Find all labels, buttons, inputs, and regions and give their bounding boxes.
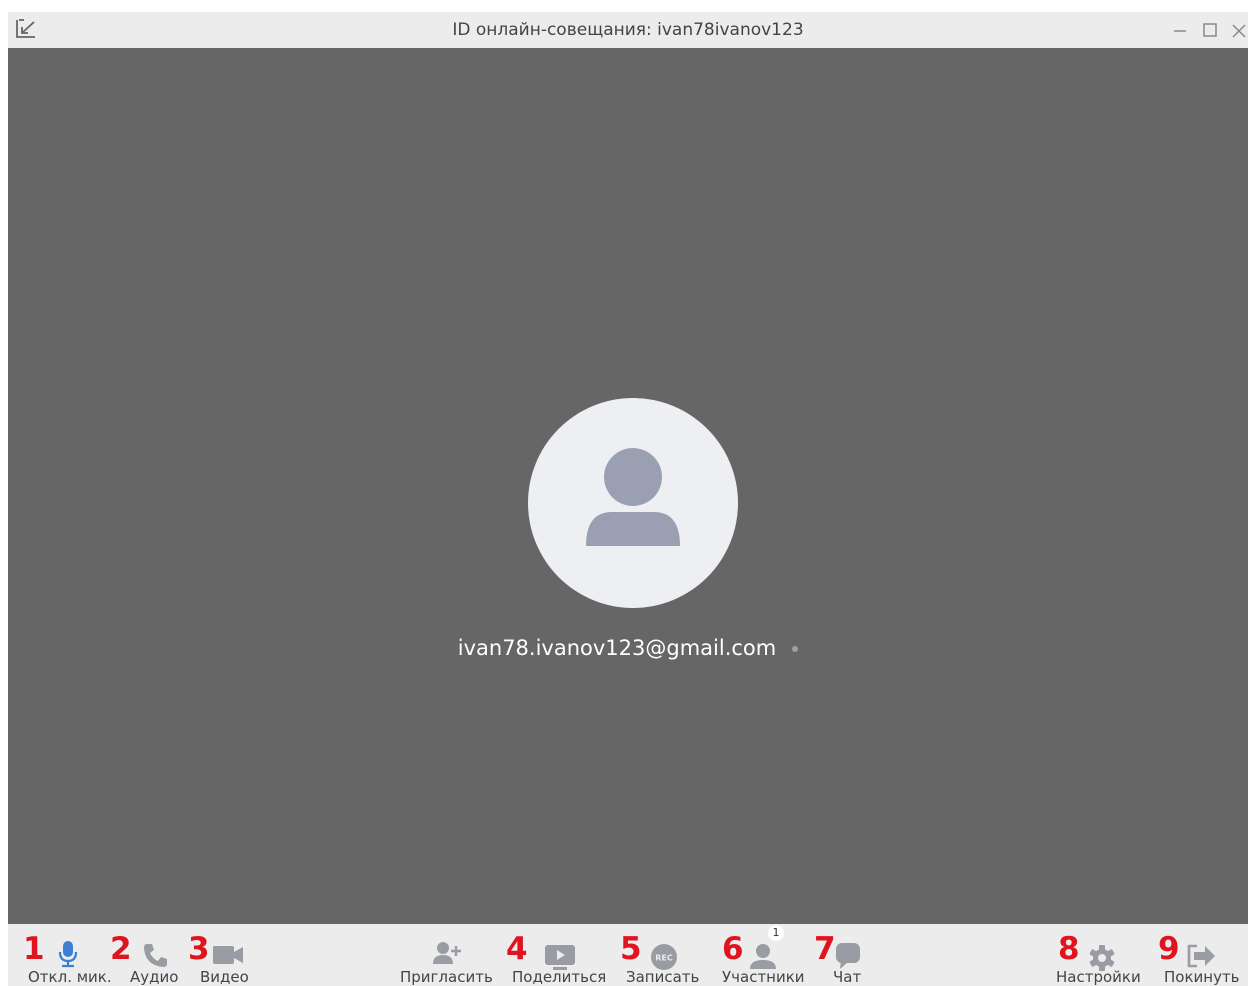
invite-label: Пригласить	[400, 968, 493, 986]
video-button[interactable]: Видео	[200, 924, 258, 986]
title-bar: ID онлайн-совещания: ivan78ivanov123	[8, 12, 1248, 48]
settings-button[interactable]: Настройки	[1056, 924, 1148, 986]
add-user-icon	[432, 940, 462, 970]
video-label: Видео	[200, 968, 249, 986]
audio-button[interactable]: Аудио	[130, 924, 188, 986]
participants-count-badge: 1	[768, 925, 784, 941]
participants-button[interactable]: 1 Участники	[722, 924, 816, 986]
status-dot	[792, 646, 799, 652]
close-button[interactable]	[1228, 20, 1248, 40]
meeting-window: ID онлайн-совещания: ivan78ivanov123 iva…	[8, 12, 1248, 986]
invite-button[interactable]: Пригласить	[400, 924, 493, 986]
leave-button[interactable]: Покинуть	[1164, 924, 1244, 986]
bottom-toolbar: 1 Откл. мик. 2 Аудио 3 Видео Пригласить …	[8, 924, 1248, 986]
marker-2: 2	[110, 931, 132, 967]
audio-label: Аудио	[130, 968, 179, 986]
participants-label: Участники	[722, 968, 805, 986]
record-button[interactable]: REC Записать	[626, 924, 706, 986]
participant-avatar	[528, 398, 738, 608]
mute-button[interactable]: Откл. мик.	[28, 924, 112, 986]
share-label: Поделиться	[512, 968, 607, 986]
window-title: ID онлайн-совещания: ivan78ivanov123	[452, 20, 804, 40]
settings-label: Настройки	[1056, 968, 1141, 986]
maximize-button[interactable]	[1200, 20, 1222, 40]
chat-button[interactable]: Чат	[833, 924, 873, 986]
record-label: Записать	[626, 968, 700, 986]
record-icon-text: REC	[655, 954, 673, 963]
chat-label: Чат	[833, 968, 862, 986]
mute-label: Откл. мик.	[28, 968, 112, 986]
participant-email: ivan78.ivanov123@gmail.com	[457, 636, 777, 660]
participant-name: ivan78.ivanov123@gmail.com	[8, 636, 1248, 660]
video-area: ivan78.ivanov123@gmail.com	[8, 48, 1248, 924]
camera-icon	[212, 944, 244, 970]
share-button[interactable]: Поделиться	[512, 924, 608, 986]
leave-label: Покинуть	[1164, 968, 1240, 986]
user-avatar-icon	[586, 448, 680, 546]
minimize-button[interactable]	[1170, 20, 1192, 40]
